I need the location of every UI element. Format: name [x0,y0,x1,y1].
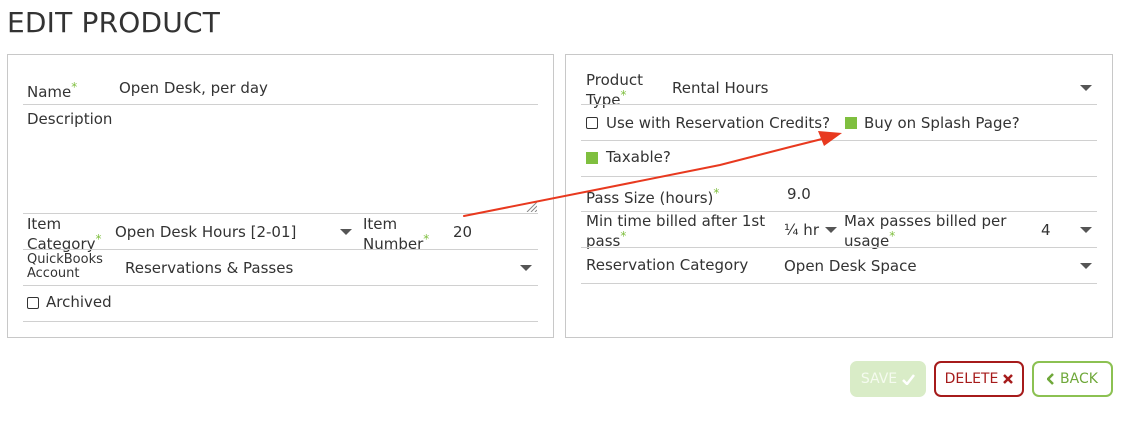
save-button[interactable]: SAVE [850,361,926,397]
name-label: Name* [27,80,78,101]
item-number-label: Item Number* [363,215,430,253]
chevron-down-icon[interactable] [1080,263,1092,269]
divider [23,213,538,214]
min-time-label: Min time billed after 1st pass* [586,212,766,250]
archived-checkbox[interactable] [27,297,39,309]
quickbooks-account-select[interactable]: Reservations & Passes [125,259,293,277]
quickbooks-account-label: QuickBooks Account [27,252,103,281]
taxable-label: Taxable? [606,148,671,166]
min-time-select[interactable]: ¼ hr [784,221,819,239]
item-category-label: Item Category* [27,215,102,253]
chevron-down-icon[interactable] [1080,85,1092,91]
save-button-label: SAVE [860,371,898,387]
chevron-down-icon[interactable] [520,265,532,271]
chevron-left-icon [1047,373,1054,385]
pass-size-label: Pass Size (hours)* [586,186,720,207]
divider [581,140,1097,141]
splash-page-label: Buy on Splash Page? [864,114,1020,132]
divider [23,321,538,322]
divider [23,249,538,250]
checkmark-icon [902,373,916,385]
divider [581,283,1097,284]
archived-label: Archived [46,293,112,311]
chevron-down-icon[interactable] [1080,227,1092,233]
close-icon [1003,374,1014,384]
product-type-select[interactable]: Rental Hours [672,79,768,97]
item-number-field[interactable]: 20 [453,223,472,241]
reservation-category-label: Reservation Category [586,256,749,274]
taxable-checkbox[interactable] [586,152,598,164]
chevron-down-icon[interactable] [340,229,352,235]
reservation-credits-checkbox[interactable] [586,117,598,129]
divider [581,176,1097,177]
splash-page-checkbox[interactable] [845,117,857,129]
delete-button-label: DELETE [944,371,999,387]
max-passes-label: Max passes billed per usage* [844,212,1007,250]
divider [23,285,538,286]
reservation-category-select[interactable]: Open Desk Space [784,257,917,275]
divider [23,104,538,105]
reservation-credits-label: Use with Reservation Credits? [606,114,831,132]
name-field[interactable]: Open Desk, per day [119,79,268,97]
divider [581,104,1097,105]
description-label: Description [27,110,113,128]
chevron-down-icon[interactable] [825,227,837,233]
max-passes-select[interactable]: 4 [1041,221,1051,239]
resize-handle-icon[interactable] [525,200,537,212]
item-category-select[interactable]: Open Desk Hours [2-01] [115,223,296,241]
delete-button[interactable]: DELETE [934,361,1024,397]
divider [581,247,1097,248]
back-button-label: BACK [1060,371,1098,387]
page-title: EDIT PRODUCT [7,6,221,39]
pass-size-field[interactable]: 9.0 [787,185,811,203]
back-button[interactable]: BACK [1032,361,1113,397]
description-textarea[interactable] [119,108,538,212]
product-type-label: Product Type* [586,71,643,109]
